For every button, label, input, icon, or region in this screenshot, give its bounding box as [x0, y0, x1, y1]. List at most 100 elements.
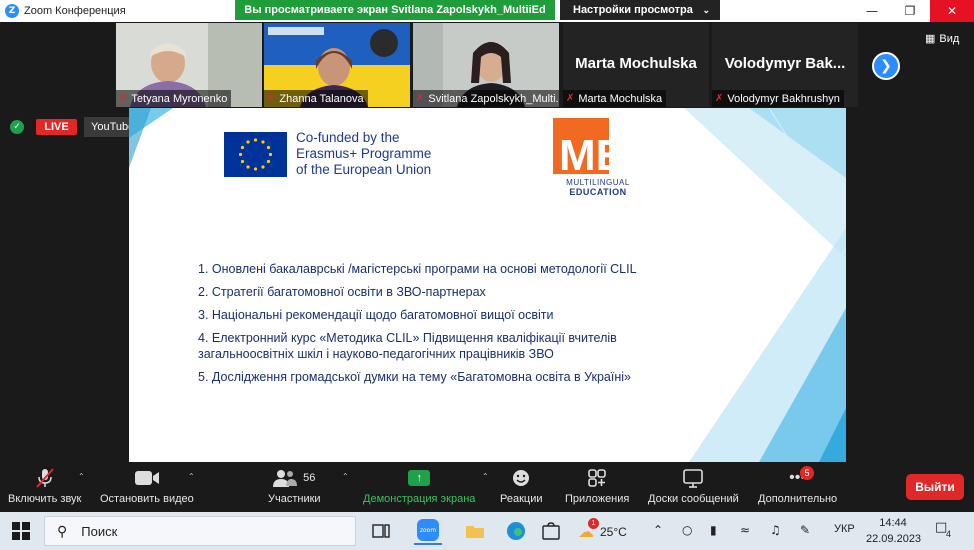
mic-muted-icon: ✗: [715, 93, 724, 104]
mic-muted-icon: [34, 466, 56, 490]
participant-name: ✗ Zhanna Talanova: [264, 90, 368, 107]
cofunded-line: Erasmus+ Programme: [296, 146, 432, 161]
wifi-icon[interactable]: ≈: [740, 523, 750, 537]
view-settings-label: Настройки просмотра: [573, 4, 693, 16]
slide-list: 1. Оновлені бакалаврські /магістерські п…: [198, 261, 698, 392]
stop-video-label: Остановить видео: [100, 493, 194, 505]
participant-big-name: Marta Mochulska: [575, 55, 697, 72]
list-item: 3. Національні рекомендації щодо багатом…: [198, 308, 554, 322]
participant-name: ✗ Tetyana Myronenko: [116, 90, 232, 107]
whiteboard-icon: [682, 466, 704, 490]
live-badge[interactable]: LIVE: [36, 119, 77, 135]
list-item: 1. Оновлені бакалаврські /магістерські п…: [198, 262, 637, 276]
participants-label: Участники: [268, 493, 321, 505]
reactions-button[interactable]: Реакции: [500, 466, 543, 510]
participant-name: ✗ Marta Mochulska: [563, 90, 667, 107]
participants-button[interactable]: 56 Участники: [268, 466, 321, 510]
network-icon[interactable]: ○: [682, 523, 692, 537]
video-options-caret-icon[interactable]: ⌃: [188, 472, 195, 481]
whiteboards-button[interactable]: Доски сообщений: [648, 466, 739, 510]
zoom-window: Z Zoom Конференция Вы просматриваете экр…: [0, 0, 974, 550]
cofunded-text: Co-funded by the Erasmus+ Programme of t…: [296, 130, 431, 178]
share-screen-button[interactable]: ↑ Демонстрация экрана: [363, 466, 475, 510]
store-icon[interactable]: [540, 520, 562, 542]
view-label: Вид: [939, 32, 960, 45]
participant-tile[interactable]: Marta Mochulska ✗ Marta Mochulska: [563, 23, 709, 107]
task-view-icon[interactable]: [370, 520, 392, 542]
mic-muted-icon: ✗: [566, 93, 575, 104]
edge-browser-icon[interactable]: [505, 520, 527, 542]
close-button[interactable]: ✕: [930, 0, 974, 22]
window-title: Zoom Конференция: [24, 5, 126, 17]
share-banner: Вы просматриваете экран Svitlana Zapolsk…: [235, 0, 555, 20]
zoom-logo-icon: Z: [5, 4, 19, 18]
notifications-count: 4: [946, 529, 952, 539]
shield-icon[interactable]: ✓: [10, 120, 24, 134]
participant-tile[interactable]: ✗ Tetyana Myronenko: [116, 23, 262, 107]
more-button[interactable]: ••• Дополнительно: [758, 466, 837, 510]
camera-icon: [134, 466, 160, 490]
apps-label: Приложения: [565, 493, 630, 505]
cofunded-line: of the European Union: [296, 162, 432, 177]
share-caret-icon[interactable]: ⌃: [482, 472, 489, 481]
smile-icon: [511, 466, 531, 490]
volume-icon[interactable]: ♫: [770, 523, 781, 537]
more-notification-badge: 5: [800, 466, 814, 480]
search-placeholder: Поиск: [81, 523, 118, 539]
battery-icon[interactable]: ▮: [710, 523, 717, 537]
windows-taskbar: ⚲ Поиск zoom ☁ 1 25°C ⌃ ○ ▮ ≈ ♫ ✎ УКР 14:…: [0, 512, 974, 550]
meeting-toolbar: Включить звук ⌃ Остановить видео ⌃ 56 Уч…: [0, 462, 974, 512]
mic-muted-icon: ✗: [267, 93, 276, 104]
participant-name: ✗ Volodymyr Bakhrushyn: [712, 90, 844, 107]
apps-button[interactable]: Приложения: [565, 466, 629, 510]
view-settings-button[interactable]: Настройки просмотра ⌄: [560, 0, 720, 20]
weather-widget[interactable]: ☁ 1 25°C: [578, 518, 627, 542]
grid-icon: ▦: [925, 33, 936, 45]
language-indicator[interactable]: УКР: [834, 523, 855, 535]
list-item: 5. Дослідження громадської думки на тему…: [198, 370, 631, 384]
unmute-button[interactable]: Включить звук: [8, 466, 81, 510]
participant-tile[interactable]: ✗ Svitlana Zapolskykh_Multi...: [413, 23, 559, 107]
search-icon: ⚲: [57, 522, 68, 539]
weather-cloud-icon: ☁ 1: [578, 518, 599, 542]
mic-muted-icon: ✗: [416, 93, 425, 104]
participant-tile[interactable]: ✗ Zhanna Talanova: [264, 23, 410, 107]
youtube-label: YouTube: [91, 121, 135, 133]
participant-name: ✗ Svitlana Zapolskykh_Multi...: [413, 90, 559, 107]
leave-button[interactable]: Выйти: [906, 474, 964, 500]
pen-icon[interactable]: ✎: [800, 523, 810, 537]
stop-video-button[interactable]: Остановить видео: [100, 466, 194, 510]
file-explorer-icon[interactable]: [464, 520, 486, 542]
view-button[interactable]: ▦ Вид: [925, 32, 960, 46]
zoom-taskbar-icon[interactable]: zoom: [414, 517, 442, 545]
logo-subtitle-1: MULTILINGUAL: [566, 178, 630, 187]
taskbar-search-input[interactable]: ⚲ Поиск: [44, 516, 356, 546]
participant-big-name: Volodymyr Bak...: [724, 55, 846, 72]
cofunded-line: Co-funded by the: [296, 130, 400, 145]
list-item: 2. Стратегії багатомовної освіти в ЗВО-п…: [198, 285, 486, 299]
participants-icon: 56: [273, 466, 315, 490]
share-screen-icon: ↑: [408, 466, 431, 490]
participants-caret-icon[interactable]: ⌃: [342, 472, 349, 481]
more-label: Дополнительно: [758, 493, 838, 505]
participant-tile[interactable]: Volodymyr Bak... ✗ Volodymyr Bakhrushyn: [712, 23, 858, 107]
share-screen-label: Демонстрация экрана: [363, 493, 476, 505]
reactions-label: Реакции: [500, 493, 543, 505]
participants-count: 56: [303, 472, 316, 484]
list-item: 4. Електронний курс «Методика CLIL» Підв…: [198, 331, 617, 361]
whiteboards-label: Доски сообщений: [648, 493, 739, 505]
logo-subtitle-2: EDUCATION: [569, 187, 627, 197]
apps-icon: [587, 466, 607, 490]
tray-chevron-up-icon[interactable]: ⌃: [653, 523, 663, 537]
minimize-button[interactable]: —: [852, 0, 892, 22]
mic-muted-icon: ✗: [119, 93, 128, 104]
clock-date: 22.09.2023: [866, 533, 922, 545]
clock-time: 14:44: [879, 517, 907, 529]
maximize-button[interactable]: ❐: [890, 0, 930, 22]
temperature-label: 25°C: [600, 525, 627, 539]
gallery-next-icon[interactable]: ❯: [872, 52, 900, 80]
audio-options-caret-icon[interactable]: ⌃: [78, 472, 85, 481]
windows-start-icon[interactable]: [12, 522, 30, 540]
weather-badge: 1: [588, 518, 599, 529]
taskbar-clock[interactable]: 14:44 22.09.2023: [866, 515, 922, 547]
